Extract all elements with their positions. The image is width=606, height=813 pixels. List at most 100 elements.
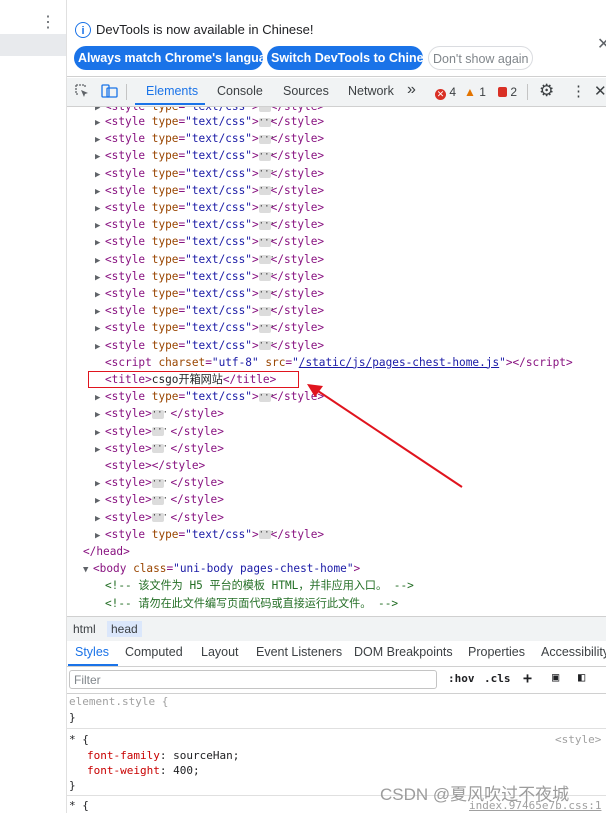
red-arrow-annotation bbox=[307, 384, 463, 488]
dom-node-style[interactable]: ▶ <style type="text/css">···</style> bbox=[95, 268, 324, 285]
dom-node-style[interactable]: ▶ <style type="text/css">···</style> bbox=[95, 285, 324, 302]
ellipsis-icon[interactable]: ··· bbox=[258, 391, 275, 402]
ellipsis-icon[interactable]: ··· bbox=[258, 529, 275, 540]
ellipsis-icon[interactable]: ··· bbox=[258, 305, 275, 316]
ellipsis-icon[interactable]: ··· bbox=[258, 219, 275, 230]
dom-node-style[interactable]: ▶ <style type="text/css">···</style> bbox=[95, 251, 324, 268]
dom-node-style[interactable]: ▶ <style type="text/css">···</style> bbox=[95, 165, 324, 182]
dom-node-style[interactable]: ▶ <style type="text/css">···</style> bbox=[95, 337, 324, 354]
dom-node-style[interactable]: ▶ <style>··· </style> bbox=[95, 474, 224, 491]
dom-node-style[interactable]: ▶ <style type="text/css">···</style> bbox=[95, 233, 324, 250]
device-toolbar-icon[interactable] bbox=[101, 83, 118, 99]
always-match-language-button[interactable]: Always match Chrome's language bbox=[74, 46, 280, 70]
tab-layout[interactable]: Layout bbox=[201, 645, 239, 659]
dom-node-style[interactable]: ▶ <style type="text/css">···</style> bbox=[95, 526, 324, 543]
errors-count: 4 bbox=[449, 85, 457, 99]
dom-node-style[interactable]: ▶ <style type="text/css">···</style> bbox=[95, 302, 324, 319]
dom-node-style[interactable]: ▶ <style type="text/css">···</style> bbox=[95, 130, 324, 147]
warning-icon: ▲ bbox=[464, 85, 476, 99]
more-tabs-icon[interactable]: » bbox=[407, 81, 416, 99]
dont-show-again-button[interactable]: Don't show again bbox=[428, 46, 533, 70]
errors-badge[interactable]: ✕ 4 bbox=[435, 85, 456, 100]
tab-console[interactable]: Console bbox=[217, 84, 263, 98]
declaration-font-family[interactable]: font-family: sourceHan; bbox=[87, 748, 239, 763]
dom-node-comment[interactable]: <!-- 请勿在此文件编写页面代码或直接运行此文件。 --> bbox=[95, 595, 398, 612]
declaration-font-weight[interactable]: font-weight: 400; bbox=[87, 763, 200, 778]
dom-node-style[interactable]: <style></style> bbox=[95, 457, 205, 474]
ellipsis-icon[interactable]: ··· bbox=[258, 185, 275, 196]
ellipsis-icon[interactable]: ··· bbox=[258, 133, 275, 144]
tab-dom-breakpoints[interactable]: DOM Breakpoints bbox=[354, 645, 453, 659]
switch-to-chinese-button[interactable]: Switch DevTools to Chinese bbox=[267, 46, 437, 70]
rule-close-brace: } bbox=[69, 779, 76, 792]
tab-computed[interactable]: Computed bbox=[125, 645, 183, 659]
new-style-rule-icon[interactable]: + bbox=[523, 669, 532, 687]
dom-node-style[interactable]: ▶ <style type="text/css">···</style> bbox=[95, 199, 324, 216]
tab-styles[interactable]: Styles bbox=[75, 645, 109, 659]
dom-node-comment[interactable]: <!-- 该文件为 H5 平台的模板 HTML，并非应用入口。 --> bbox=[95, 577, 414, 594]
warnings-badge[interactable]: ▲ 1 bbox=[464, 85, 486, 99]
dom-node-head-close[interactable]: </head> bbox=[83, 543, 130, 560]
ellipsis-icon[interactable]: ··· bbox=[258, 254, 275, 265]
ellipsis-icon[interactable]: ··· bbox=[151, 408, 168, 419]
dom-node-style[interactable]: ▶ <style>··· </style> bbox=[95, 405, 224, 422]
ellipsis-icon[interactable]: ··· bbox=[151, 426, 168, 437]
ellipsis-icon[interactable]: ··· bbox=[258, 116, 275, 127]
ellipsis-icon[interactable]: ··· bbox=[258, 236, 275, 247]
ellipsis-icon[interactable]: ··· bbox=[258, 322, 275, 333]
issues-icon bbox=[498, 87, 507, 97]
rule-close-brace: } bbox=[69, 711, 76, 724]
hover-state-toggle[interactable]: :hov bbox=[448, 672, 475, 685]
dom-node-style[interactable]: ▶ <style type="text/css">···</style> bbox=[95, 319, 324, 336]
ellipsis-icon[interactable]: ··· bbox=[258, 202, 275, 213]
dom-node-style[interactable]: ▶ <style>··· </style> bbox=[95, 491, 224, 508]
class-toggle[interactable]: .cls bbox=[484, 672, 511, 685]
paint-brush-icon[interactable]: ▣ bbox=[552, 670, 559, 684]
dom-node-style[interactable]: ▶ <style>··· </style> bbox=[95, 440, 224, 457]
more-vertical-icon[interactable]: ⋮ bbox=[40, 12, 56, 32]
settings-gear-icon[interactable]: ⚙ bbox=[539, 81, 554, 101]
ellipsis-icon[interactable]: ··· bbox=[151, 494, 168, 505]
issues-badge[interactable]: 2 bbox=[498, 85, 517, 99]
ellipsis-icon[interactable]: ··· bbox=[258, 340, 275, 351]
inspect-element-icon[interactable] bbox=[75, 84, 90, 99]
error-icon: ✕ bbox=[435, 89, 446, 100]
ellipsis-icon[interactable]: ··· bbox=[151, 477, 168, 488]
dom-node-style[interactable]: ▶ <style type="text/css">···</style> bbox=[95, 182, 324, 199]
close-devtools-icon[interactable]: ✕ bbox=[594, 82, 606, 100]
universal-selector[interactable]: * { bbox=[69, 798, 89, 813]
styles-filter-bar: :hov .cls + ▣ ◧ bbox=[67, 667, 606, 694]
dom-node-style[interactable]: ▶ <style type="text/css">···</style> bbox=[95, 388, 324, 405]
filter-input[interactable] bbox=[69, 670, 437, 689]
ellipsis-icon[interactable]: ··· bbox=[258, 168, 275, 179]
issues-count: 2 bbox=[510, 85, 518, 99]
rule-source-link[interactable]: <style> bbox=[555, 732, 601, 747]
dom-node-style[interactable]: ▶ <style type="text/css">···</style> bbox=[95, 216, 324, 233]
toggle-sidebar-icon[interactable]: ◧ bbox=[578, 670, 585, 684]
dom-node-style[interactable]: ▶ <style>··· </style> bbox=[95, 423, 224, 440]
breadcrumb-html[interactable]: html bbox=[69, 621, 100, 637]
breadcrumb-head[interactable]: head bbox=[107, 621, 142, 637]
ellipsis-icon[interactable]: ··· bbox=[151, 512, 168, 523]
tab-network[interactable]: Network bbox=[348, 84, 394, 98]
highlight-box bbox=[88, 371, 299, 388]
tab-properties[interactable]: Properties bbox=[468, 645, 525, 659]
tab-sources[interactable]: Sources bbox=[283, 84, 329, 98]
dom-node-style[interactable]: ▶ <style type="text/css">···</style> bbox=[95, 147, 324, 164]
dom-node-style[interactable]: ▶ <style type="text/css">···</style> bbox=[95, 113, 324, 130]
ellipsis-icon[interactable]: ··· bbox=[258, 288, 275, 299]
more-options-icon[interactable]: ⋮ bbox=[571, 82, 586, 100]
close-icon[interactable]: ✕ bbox=[597, 34, 606, 54]
tab-accessibility[interactable]: Accessibility bbox=[541, 645, 606, 659]
ellipsis-icon[interactable]: ··· bbox=[258, 150, 275, 161]
universal-selector[interactable]: * { bbox=[69, 732, 89, 747]
ellipsis-icon[interactable]: ··· bbox=[258, 107, 275, 112]
element-style-rule[interactable]: element.style { bbox=[69, 694, 168, 709]
tab-event-listeners[interactable]: Event Listeners bbox=[256, 645, 342, 659]
tab-elements[interactable]: Elements bbox=[146, 84, 198, 98]
dom-node-body[interactable]: ▼ <body class="uni-body pages-chest-home"… bbox=[83, 560, 360, 577]
dom-node-script[interactable]: <script charset="utf-8" src="/static/js/… bbox=[95, 354, 573, 371]
ellipsis-icon[interactable]: ··· bbox=[258, 271, 275, 282]
ellipsis-icon[interactable]: ··· bbox=[151, 443, 168, 454]
dom-node-style[interactable]: ▶ <style>··· </style> bbox=[95, 509, 224, 526]
